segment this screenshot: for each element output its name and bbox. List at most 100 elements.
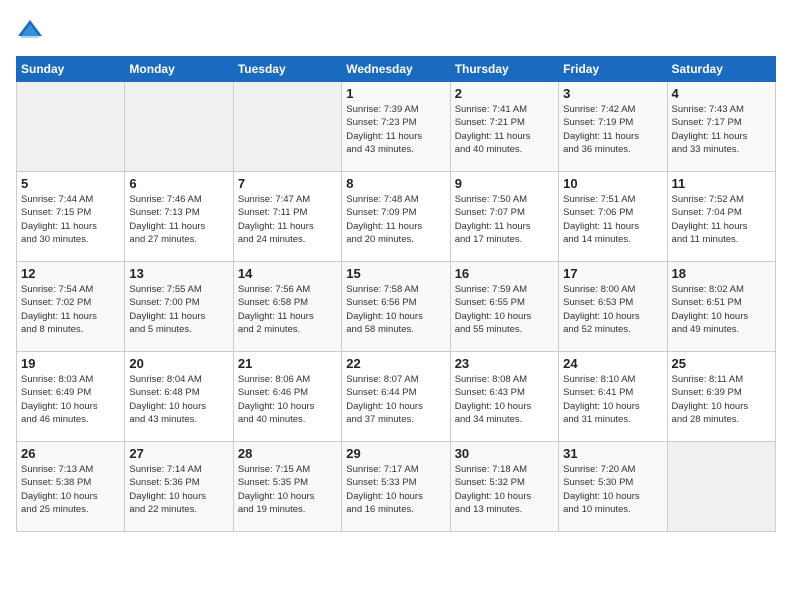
day-info: Sunrise: 7:52 AM Sunset: 7:04 PM Dayligh… <box>672 193 771 246</box>
calendar-cell: 8 Sunrise: 7:48 AM Sunset: 7:09 PM Daylig… <box>342 172 450 262</box>
day-info: Sunrise: 7:17 AM Sunset: 5:33 PM Dayligh… <box>346 463 445 516</box>
day-info: Sunrise: 8:08 AM Sunset: 6:43 PM Dayligh… <box>455 373 554 426</box>
day-number: 26 <box>21 446 120 461</box>
weekday-header: Monday <box>125 57 233 82</box>
day-number: 28 <box>238 446 337 461</box>
logo-icon <box>16 16 44 44</box>
calendar-cell: 6 Sunrise: 7:46 AM Sunset: 7:13 PM Daylig… <box>125 172 233 262</box>
day-info: Sunrise: 8:00 AM Sunset: 6:53 PM Dayligh… <box>563 283 662 336</box>
calendar-cell: 2Sunrise: 7:41 AM Sunset: 7:21 PM Daylig… <box>450 82 558 172</box>
calendar-cell: 31 Sunrise: 7:20 AM Sunset: 5:30 PM Dayli… <box>559 442 667 532</box>
day-info: Sunrise: 8:07 AM Sunset: 6:44 PM Dayligh… <box>346 373 445 426</box>
day-number: 23 <box>455 356 554 371</box>
calendar-cell: 7 Sunrise: 7:47 AM Sunset: 7:11 PM Daylig… <box>233 172 341 262</box>
day-info: Sunrise: 7:56 AM Sunset: 6:58 PM Dayligh… <box>238 283 337 336</box>
day-number: 31 <box>563 446 662 461</box>
page-header <box>16 16 776 44</box>
logo <box>16 16 48 44</box>
calendar-cell: 12Sunrise: 7:54 AM Sunset: 7:02 PM Dayli… <box>17 262 125 352</box>
weekday-header-row: SundayMondayTuesdayWednesdayThursdayFrid… <box>17 57 776 82</box>
calendar-cell: 23 Sunrise: 8:08 AM Sunset: 6:43 PM Dayli… <box>450 352 558 442</box>
day-info: Sunrise: 7:50 AM Sunset: 7:07 PM Dayligh… <box>455 193 554 246</box>
day-info: Sunrise: 7:42 AM Sunset: 7:19 PM Dayligh… <box>563 103 662 156</box>
calendar-cell: 13Sunrise: 7:55 AM Sunset: 7:00 PM Dayli… <box>125 262 233 352</box>
day-number: 10 <box>563 176 662 191</box>
day-info: Sunrise: 7:14 AM Sunset: 5:36 PM Dayligh… <box>129 463 228 516</box>
calendar-cell: 19 Sunrise: 8:03 AM Sunset: 6:49 PM Dayli… <box>17 352 125 442</box>
day-number: 27 <box>129 446 228 461</box>
weekday-header: Saturday <box>667 57 775 82</box>
day-number: 7 <box>238 176 337 191</box>
calendar-week-row: 1 Sunrise: 7:39 AM Sunset: 7:23 PM Daylig… <box>17 82 776 172</box>
day-number: 4 <box>672 86 771 101</box>
day-info: Sunrise: 7:47 AM Sunset: 7:11 PM Dayligh… <box>238 193 337 246</box>
calendar-cell <box>17 82 125 172</box>
day-info: Sunrise: 7:43 AM Sunset: 7:17 PM Dayligh… <box>672 103 771 156</box>
day-info: Sunrise: 7:51 AM Sunset: 7:06 PM Dayligh… <box>563 193 662 246</box>
day-info: Sunrise: 7:15 AM Sunset: 5:35 PM Dayligh… <box>238 463 337 516</box>
day-info: Sunrise: 7:48 AM Sunset: 7:09 PM Dayligh… <box>346 193 445 246</box>
calendar-cell: 25Sunrise: 8:11 AM Sunset: 6:39 PM Dayli… <box>667 352 775 442</box>
calendar-week-row: 5 Sunrise: 7:44 AM Sunset: 7:15 PM Daylig… <box>17 172 776 262</box>
calendar-cell: 1 Sunrise: 7:39 AM Sunset: 7:23 PM Daylig… <box>342 82 450 172</box>
calendar-cell: 24 Sunrise: 8:10 AM Sunset: 6:41 PM Dayli… <box>559 352 667 442</box>
day-number: 9 <box>455 176 554 191</box>
calendar-cell: 20Sunrise: 8:04 AM Sunset: 6:48 PM Dayli… <box>125 352 233 442</box>
day-info: Sunrise: 7:59 AM Sunset: 6:55 PM Dayligh… <box>455 283 554 336</box>
day-info: Sunrise: 7:20 AM Sunset: 5:30 PM Dayligh… <box>563 463 662 516</box>
day-number: 11 <box>672 176 771 191</box>
calendar-cell: 29 Sunrise: 7:17 AM Sunset: 5:33 PM Dayli… <box>342 442 450 532</box>
day-info: Sunrise: 7:54 AM Sunset: 7:02 PM Dayligh… <box>21 283 120 336</box>
calendar-cell <box>233 82 341 172</box>
calendar-cell: 3 Sunrise: 7:42 AM Sunset: 7:19 PM Daylig… <box>559 82 667 172</box>
calendar-cell: 22 Sunrise: 8:07 AM Sunset: 6:44 PM Dayli… <box>342 352 450 442</box>
day-number: 8 <box>346 176 445 191</box>
calendar-cell: 10 Sunrise: 7:51 AM Sunset: 7:06 PM Dayli… <box>559 172 667 262</box>
calendar-week-row: 19 Sunrise: 8:03 AM Sunset: 6:49 PM Dayli… <box>17 352 776 442</box>
day-number: 18 <box>672 266 771 281</box>
day-number: 1 <box>346 86 445 101</box>
calendar-cell: 16 Sunrise: 7:59 AM Sunset: 6:55 PM Dayli… <box>450 262 558 352</box>
day-number: 22 <box>346 356 445 371</box>
day-number: 24 <box>563 356 662 371</box>
calendar-cell <box>125 82 233 172</box>
day-number: 6 <box>129 176 228 191</box>
day-number: 30 <box>455 446 554 461</box>
weekday-header: Tuesday <box>233 57 341 82</box>
calendar-cell: 30 Sunrise: 7:18 AM Sunset: 5:32 PM Dayli… <box>450 442 558 532</box>
day-info: Sunrise: 7:58 AM Sunset: 6:56 PM Dayligh… <box>346 283 445 336</box>
day-info: Sunrise: 8:02 AM Sunset: 6:51 PM Dayligh… <box>672 283 771 336</box>
calendar-week-row: 12Sunrise: 7:54 AM Sunset: 7:02 PM Dayli… <box>17 262 776 352</box>
day-info: Sunrise: 7:46 AM Sunset: 7:13 PM Dayligh… <box>129 193 228 246</box>
day-info: Sunrise: 7:39 AM Sunset: 7:23 PM Dayligh… <box>346 103 445 156</box>
day-number: 16 <box>455 266 554 281</box>
calendar-cell: 5 Sunrise: 7:44 AM Sunset: 7:15 PM Daylig… <box>17 172 125 262</box>
day-number: 5 <box>21 176 120 191</box>
day-info: Sunrise: 8:03 AM Sunset: 6:49 PM Dayligh… <box>21 373 120 426</box>
weekday-header: Wednesday <box>342 57 450 82</box>
day-number: 2 <box>455 86 554 101</box>
day-number: 14 <box>238 266 337 281</box>
day-info: Sunrise: 7:13 AM Sunset: 5:38 PM Dayligh… <box>21 463 120 516</box>
calendar-cell: 18 Sunrise: 8:02 AM Sunset: 6:51 PM Dayli… <box>667 262 775 352</box>
day-number: 17 <box>563 266 662 281</box>
day-number: 21 <box>238 356 337 371</box>
calendar-cell: 17 Sunrise: 8:00 AM Sunset: 6:53 PM Dayli… <box>559 262 667 352</box>
calendar-cell <box>667 442 775 532</box>
day-info: Sunrise: 7:44 AM Sunset: 7:15 PM Dayligh… <box>21 193 120 246</box>
calendar-cell: 14 Sunrise: 7:56 AM Sunset: 6:58 PM Dayli… <box>233 262 341 352</box>
calendar-cell: 11 Sunrise: 7:52 AM Sunset: 7:04 PM Dayli… <box>667 172 775 262</box>
calendar-cell: 4 Sunrise: 7:43 AM Sunset: 7:17 PM Daylig… <box>667 82 775 172</box>
calendar-cell: 27 Sunrise: 7:14 AM Sunset: 5:36 PM Dayli… <box>125 442 233 532</box>
day-number: 29 <box>346 446 445 461</box>
day-info: Sunrise: 8:11 AM Sunset: 6:39 PM Dayligh… <box>672 373 771 426</box>
day-number: 19 <box>21 356 120 371</box>
day-number: 3 <box>563 86 662 101</box>
calendar-cell: 26 Sunrise: 7:13 AM Sunset: 5:38 PM Dayli… <box>17 442 125 532</box>
calendar-cell: 21Sunrise: 8:06 AM Sunset: 6:46 PM Dayli… <box>233 352 341 442</box>
weekday-header: Thursday <box>450 57 558 82</box>
day-info: Sunrise: 7:18 AM Sunset: 5:32 PM Dayligh… <box>455 463 554 516</box>
day-info: Sunrise: 8:04 AM Sunset: 6:48 PM Dayligh… <box>129 373 228 426</box>
day-info: Sunrise: 8:10 AM Sunset: 6:41 PM Dayligh… <box>563 373 662 426</box>
calendar-week-row: 26 Sunrise: 7:13 AM Sunset: 5:38 PM Dayli… <box>17 442 776 532</box>
